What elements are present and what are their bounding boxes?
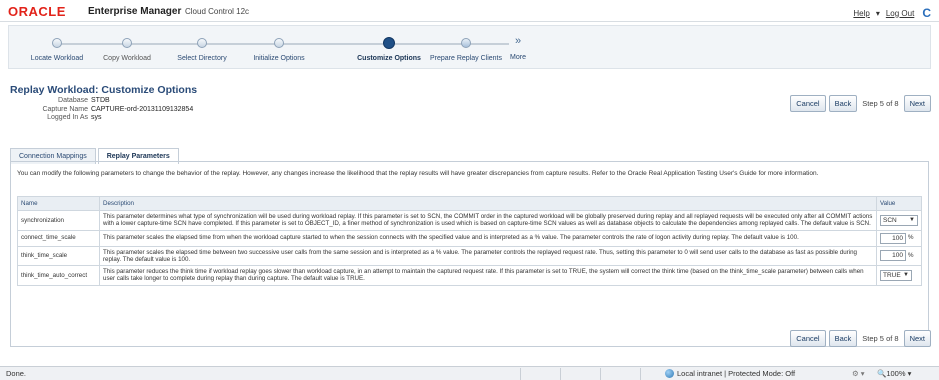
status-divider <box>520 368 521 380</box>
step-indicator: Step 5 of 8 <box>862 99 899 108</box>
wizard-train: Locate Workload Copy Workload Select Dir… <box>8 25 931 69</box>
panel-description: You can modify the following parameters … <box>17 170 819 177</box>
percent-unit: % <box>908 234 914 242</box>
oracle-logo: ORACLE <box>8 4 66 19</box>
page-title: Replay Workload: Customize Options <box>10 84 198 96</box>
chevron-down-icon: ▼ <box>909 216 915 223</box>
connect-time-scale-input[interactable]: 100 <box>880 232 906 244</box>
help-menu[interactable]: Help <box>853 9 869 18</box>
bottom-actions: Cancel Back Step 5 of 8 Next <box>790 330 931 347</box>
globe-icon <box>665 369 674 378</box>
zoom-level[interactable]: 🔍100% ▾ <box>877 369 911 378</box>
double-chevron-right-icon: » <box>514 35 522 47</box>
step-dot-icon <box>461 38 471 48</box>
status-text: Done. <box>6 369 27 378</box>
table-header-row: Name Description Value <box>17 196 922 211</box>
param-description: This parameter scales the elapsed time b… <box>99 245 877 267</box>
status-divider <box>600 368 601 380</box>
chevron-down-icon: ▼ <box>903 271 909 278</box>
param-description: This parameter determines what type of s… <box>99 210 877 231</box>
step-dot-icon <box>122 38 132 48</box>
param-description: This parameter scales the elapsed time f… <box>99 229 877 247</box>
think-time-scale-input[interactable]: 100 <box>880 250 906 262</box>
column-header-name: Name <box>17 196 100 211</box>
column-header-value: Value <box>876 196 922 211</box>
tools-icon[interactable]: ⚙ ▾ <box>852 369 865 378</box>
browser-status-bar: Done. Local intranet | Protected Mode: O… <box>0 366 939 380</box>
chevron-down-icon[interactable]: ▾ <box>876 9 880 18</box>
status-divider <box>560 368 561 380</box>
header-links: Help ▾ Log Out C <box>853 6 931 20</box>
product-subtitle: Cloud Control 12c <box>185 7 250 16</box>
step-indicator: Step 5 of 8 <box>862 334 899 343</box>
param-description: This parameter reduces the think time if… <box>99 265 877 286</box>
parameters-table: Name Description Value synchronization T… <box>17 196 922 286</box>
param-name: think_time_auto_correct <box>17 265 100 286</box>
param-name: think_time_scale <box>17 245 100 267</box>
step-dot-icon <box>52 38 62 48</box>
top-actions: Cancel Back Step 5 of 8 Next <box>790 95 931 112</box>
next-button[interactable]: Next <box>903 95 931 112</box>
app-header: ORACLE Enterprise Manager Cloud Control … <box>0 0 939 22</box>
table-row: think_time_auto_correct This parameter r… <box>17 265 922 286</box>
step-dot-icon <box>197 38 207 48</box>
param-name: synchronization <box>17 210 100 231</box>
product-name: Enterprise Manager <box>88 6 182 17</box>
table-row: think_time_scale This parameter scales t… <box>17 245 922 267</box>
table-row: synchronization This parameter determine… <box>17 210 922 231</box>
page-meta: Database STDB Capture Name CAPTURE-ord-201… <box>42 97 194 121</box>
column-header-description: Description <box>99 196 877 211</box>
back-button[interactable]: Back <box>828 95 858 112</box>
magnifier-icon: 🔍 <box>877 369 887 378</box>
train-step-more[interactable]: » More <box>473 33 563 62</box>
synchronization-select[interactable]: SCN ▼ <box>880 214 918 226</box>
param-name: connect_time_scale <box>17 229 100 247</box>
logout-link[interactable]: Log Out <box>886 9 914 18</box>
current-step-dot-icon <box>383 37 395 49</box>
step-dot-icon <box>274 38 284 48</box>
cancel-button[interactable]: Cancel <box>790 95 826 112</box>
replay-parameters-panel: You can modify the following parameters … <box>10 161 929 347</box>
percent-unit: % <box>908 252 914 260</box>
train-step-initialize-options[interactable]: Initialize Options <box>234 33 324 62</box>
spinner-icon: C <box>922 6 931 20</box>
next-button[interactable]: Next <box>903 330 931 347</box>
status-divider <box>640 368 641 380</box>
cancel-button[interactable]: Cancel <box>790 330 826 347</box>
back-button[interactable]: Back <box>828 330 858 347</box>
table-row: connect_time_scale This parameter scales… <box>17 229 922 247</box>
security-zone[interactable]: Local intranet | Protected Mode: Off <box>665 369 795 378</box>
think-time-auto-correct-select[interactable]: TRUE ▼ <box>880 269 912 281</box>
